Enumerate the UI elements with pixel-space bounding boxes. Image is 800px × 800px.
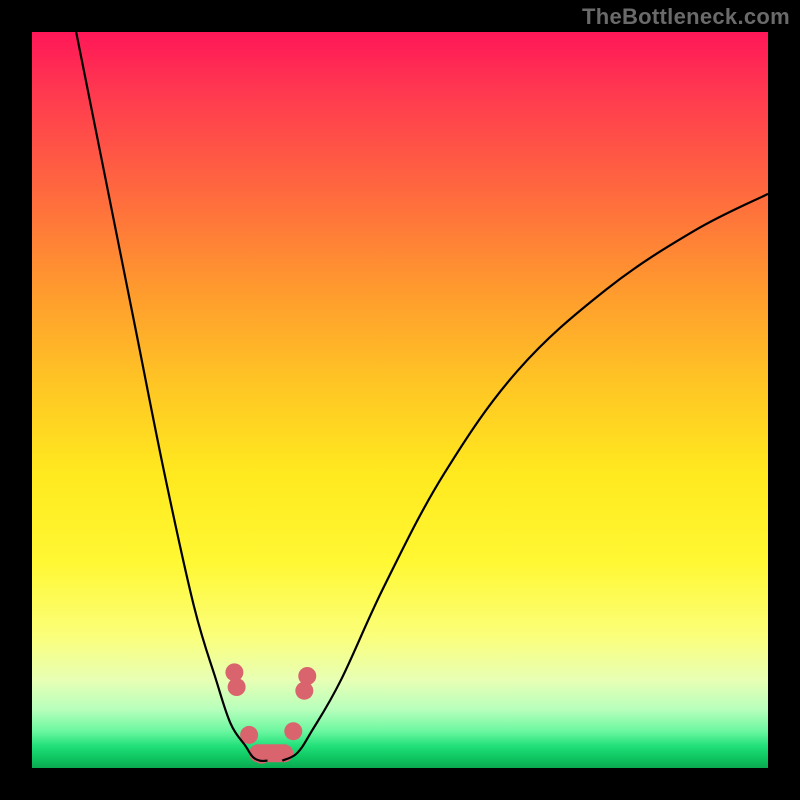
plot-area	[32, 32, 768, 768]
curve-right	[282, 194, 768, 761]
chart-svg	[32, 32, 768, 768]
curve-left	[76, 32, 267, 761]
chart-frame: TheBottleneck.com	[0, 0, 800, 800]
watermark-text: TheBottleneck.com	[582, 4, 790, 30]
